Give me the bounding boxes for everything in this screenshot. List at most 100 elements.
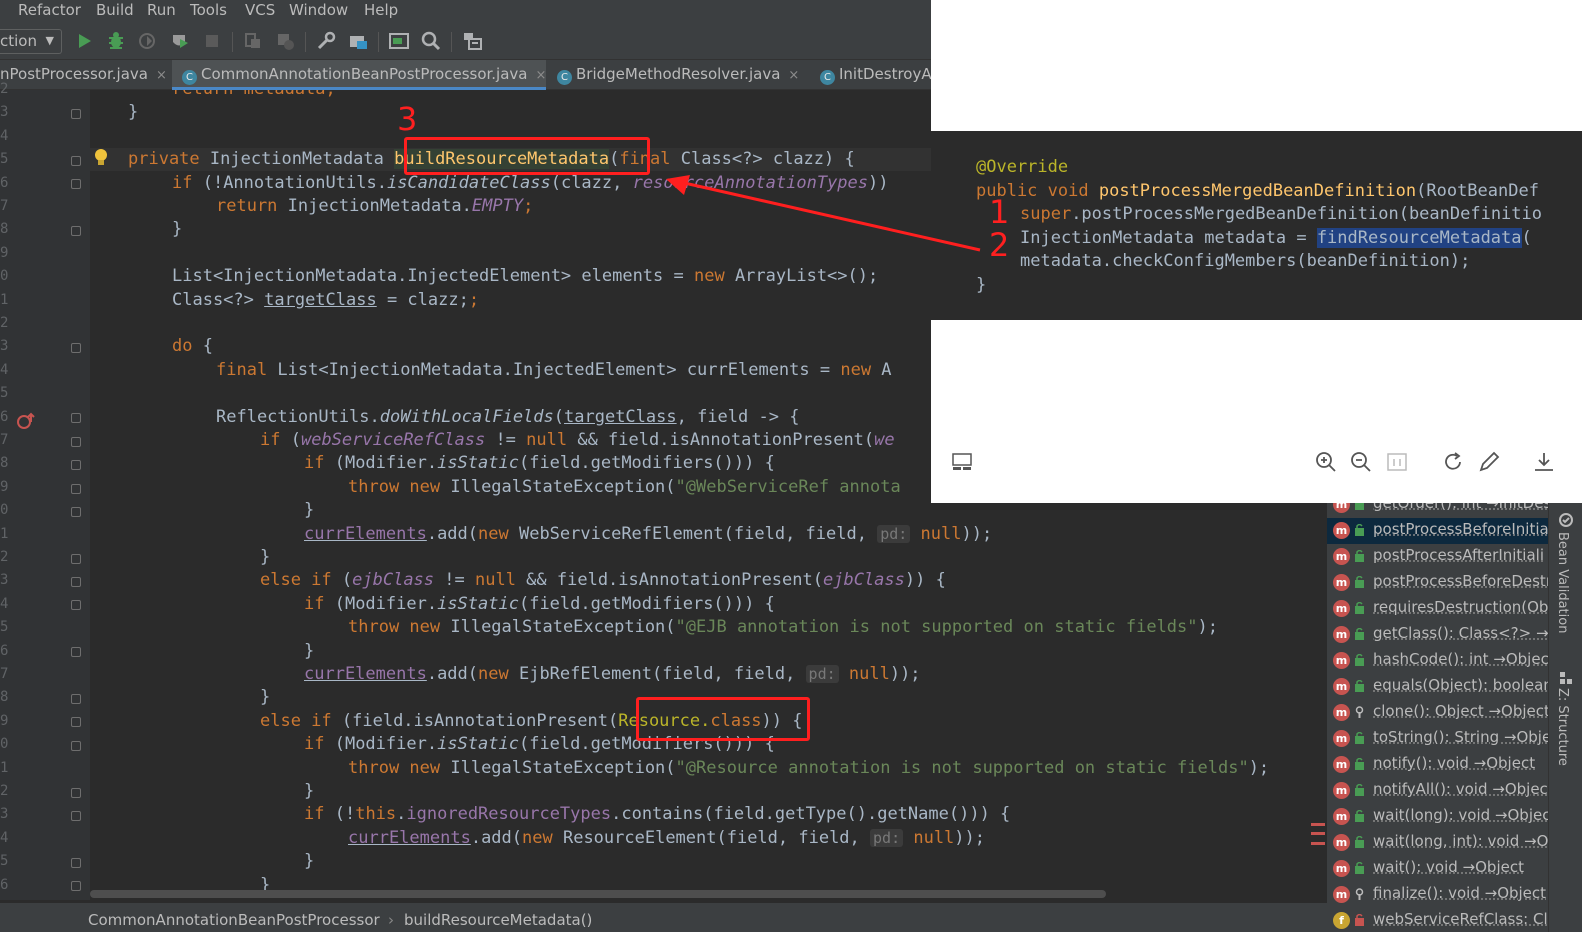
tab-bean-post-processor[interactable]: nPostProcessor.java × <box>0 60 172 90</box>
fold-marker[interactable] <box>71 437 81 447</box>
line-number: 1 <box>0 759 9 776</box>
fold-marker[interactable] <box>71 507 81 517</box>
line-number: 3 <box>0 104 9 121</box>
fold-marker[interactable] <box>71 881 81 891</box>
close-icon[interactable]: × <box>788 68 799 83</box>
fold-marker[interactable] <box>71 741 81 751</box>
fold-marker[interactable] <box>71 858 81 868</box>
breadcrumb-class[interactable]: CommonAnnotationBeanPostProcessor <box>88 911 380 929</box>
search-icon[interactable] <box>420 30 442 52</box>
build-icon[interactable] <box>242 30 264 52</box>
line-number: 3 <box>0 572 9 589</box>
menu-build[interactable]: Build <box>96 1 134 19</box>
code-line: Class<?> targetClass = clazz;; <box>172 289 480 310</box>
run-icon[interactable] <box>73 30 95 52</box>
structure-item[interactable]: m clone(): Object →Object <box>1327 700 1548 726</box>
menu-tools[interactable]: Tools <box>190 1 227 19</box>
structure-item[interactable]: m postProcessBeforeInitia <box>1327 518 1548 544</box>
rebuild-icon[interactable] <box>274 30 296 52</box>
structure-item[interactable]: m notify(): void →Object <box>1327 752 1548 778</box>
error-stripe-marks[interactable] <box>1309 820 1327 850</box>
fold-marker[interactable] <box>71 577 81 587</box>
line-number: 2 <box>0 315 9 331</box>
fold-marker[interactable] <box>71 109 81 119</box>
structure-item[interactable]: m requiresDestruction(Ob <box>1327 596 1548 622</box>
fold-marker[interactable] <box>71 811 81 821</box>
horizontal-scrollbar[interactable] <box>90 890 1106 898</box>
edit-icon[interactable] <box>1477 450 1501 474</box>
toolbar-separator <box>451 32 452 52</box>
code-line: throw new IllegalStateException("@WebSer… <box>348 476 901 497</box>
fold-marker[interactable] <box>71 788 81 798</box>
lightbulb-icon[interactable] <box>93 148 109 168</box>
fold-marker[interactable] <box>71 554 81 564</box>
fold-marker[interactable] <box>71 226 81 236</box>
stop-icon[interactable] <box>201 30 223 52</box>
line-number: 2 <box>0 549 9 565</box>
fold-marker[interactable] <box>71 694 81 704</box>
annotation-box-build-resource-metadata <box>404 137 650 175</box>
tab-common-annotation-bean-post-processor[interactable]: C CommonAnnotationBeanPostProcessor.java × <box>172 60 546 90</box>
fold-marker[interactable] <box>71 343 81 353</box>
coverage-icon[interactable] <box>137 30 159 52</box>
debug-icon[interactable] <box>105 30 127 52</box>
code-line: if (webServiceRefClass != null && field.… <box>260 430 895 450</box>
zoom-out-icon[interactable] <box>1349 450 1373 474</box>
sdk-icon[interactable] <box>461 30 483 52</box>
structure-item[interactable]: m equals(Object): boolean <box>1327 674 1548 700</box>
code-line: return InjectionMetadata.EMPTY; <box>216 196 534 216</box>
line-number: 6 <box>0 408 9 425</box>
structure-item[interactable]: m wait(long): void →Objec <box>1327 804 1548 830</box>
fold-marker[interactable] <box>71 460 81 470</box>
fold-marker[interactable] <box>71 179 81 189</box>
structure-item[interactable]: m postProcessBeforeDestr <box>1327 570 1548 596</box>
terminal-icon[interactable] <box>388 30 410 52</box>
line-number: 5 <box>0 853 9 870</box>
public-icon <box>1355 810 1364 822</box>
structure-item[interactable]: m finalize(): void →Object <box>1327 882 1548 908</box>
download-icon[interactable] <box>1532 450 1556 474</box>
fold-marker[interactable] <box>71 717 81 727</box>
parameter-hint: pd: <box>870 828 904 847</box>
rotate-icon[interactable] <box>1441 450 1465 474</box>
structure-icon <box>1560 672 1572 684</box>
profile-icon[interactable] <box>169 30 191 52</box>
structure-item[interactable]: f webServiceRefClass: Cla <box>1327 908 1548 932</box>
tab-init-destroy-annotation[interactable]: C InitDestroyA <box>808 60 931 90</box>
actual-size-icon[interactable] <box>1385 450 1409 474</box>
fold-marker[interactable] <box>71 156 81 166</box>
structure-item[interactable]: m getClass(): Class<?> →C <box>1327 622 1548 648</box>
public-icon <box>1355 784 1364 796</box>
breadcrumb-method[interactable]: buildResourceMetadata() <box>404 911 592 929</box>
menu-run[interactable]: Run <box>147 1 176 19</box>
structure-item[interactable]: m wait(): void →Object <box>1327 856 1548 882</box>
tool-tab-bean-validation[interactable]: Bean Validation <box>1555 532 1570 633</box>
fold-marker[interactable] <box>71 647 81 657</box>
menu-refactor[interactable]: Refactor <box>18 1 81 19</box>
menu-help[interactable]: Help <box>364 1 398 19</box>
structure-item[interactable]: m notifyAll(): void →Objec <box>1327 778 1548 804</box>
close-icon[interactable]: × <box>535 68 546 83</box>
settings-icon[interactable] <box>315 30 337 52</box>
fold-marker[interactable] <box>71 484 81 494</box>
structure-item[interactable]: m postProcessAfterInitiali <box>1327 544 1548 570</box>
structure-item[interactable]: m getOrder(): int →InitDes <box>1327 502 1548 518</box>
fold-marker[interactable] <box>71 600 81 610</box>
menu-vcs[interactable]: VCS <box>245 1 275 19</box>
line-number: 6 <box>0 174 9 191</box>
overridden-method-icon[interactable] <box>17 412 37 430</box>
run-configuration-select[interactable]: ction ▼ <box>0 29 62 54</box>
project-structure-icon[interactable] <box>347 30 369 52</box>
structure-item[interactable]: m toString(): String →Obje <box>1327 726 1548 752</box>
public-icon <box>1355 628 1364 640</box>
zoom-in-icon[interactable] <box>1314 450 1338 474</box>
structure-item[interactable]: m wait(long, int): void →O <box>1327 830 1548 856</box>
tab-bridge-method-resolver[interactable]: C BridgeMethodResolver.java × <box>546 60 808 90</box>
fold-marker[interactable] <box>71 413 81 423</box>
tool-tab-structure[interactable]: Z: Structure <box>1555 688 1570 766</box>
structure-item[interactable]: m hashCode(): int →Object <box>1327 648 1548 674</box>
menu-window[interactable]: Window <box>289 1 348 19</box>
thumbnail-icon[interactable] <box>950 450 974 474</box>
public-icon <box>1355 602 1364 614</box>
close-icon[interactable]: × <box>156 68 167 83</box>
